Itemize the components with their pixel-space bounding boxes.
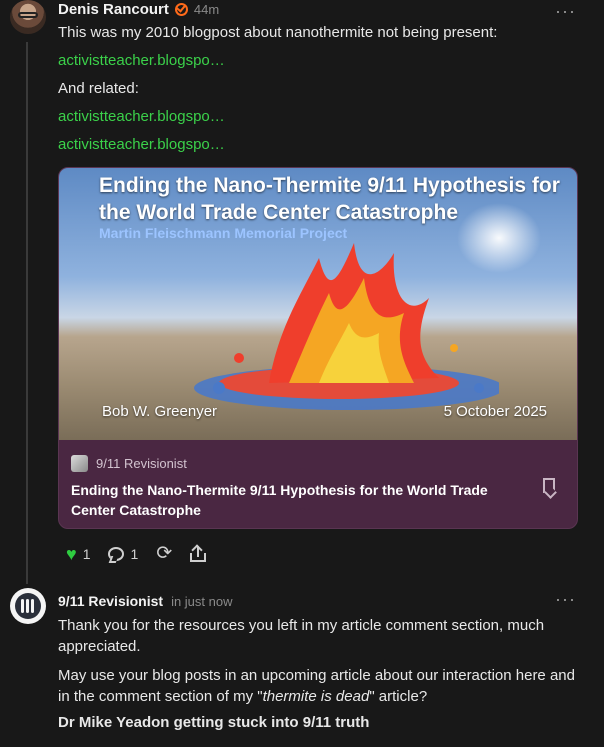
image-title: Ending the Nano-Thermite 9/11 Hypothesis… [99,174,560,224]
post-time: 44m [193,1,220,17]
verified-icon [174,2,188,16]
author-name[interactable]: Denis Rancourt [58,1,169,18]
reply-text: Thank you for the resources you left in … [58,617,545,655]
publication-name: 9/11 Revisionist [96,456,187,471]
image-date: 5 October 2025 [443,403,547,420]
post-header: Denis Rancourt 44m [58,0,219,18]
more-icon[interactable]: ··· [555,590,576,608]
thread-line [26,42,28,584]
publication-icon [71,455,88,472]
avatar[interactable] [10,588,46,624]
author-name[interactable]: 9/11 Revisionist [58,593,163,609]
splash-image [194,243,499,410]
share-icon [190,546,207,562]
image-subtitle: Martin Fleischmann Memorial Project [99,225,348,241]
article-title[interactable]: Ending the Nano-Thermite 9/11 Hypothesis… [71,480,521,520]
comment-count: 1 [130,546,139,562]
emphasis: thermite is dead [262,688,370,705]
more-icon[interactable]: ··· [555,2,576,20]
publication: 9/11 Revisionist [71,455,187,472]
share-button[interactable] [190,546,207,562]
post-link[interactable]: activistteacher.blogspo… [58,106,225,127]
article-image: Ending the Nano-Thermite 9/11 Hypothesis… [59,168,577,440]
post-link[interactable]: activistteacher.blogspo… [58,50,225,71]
heart-icon: ♥ [66,544,77,564]
like-button[interactable]: ♥ 1 [66,545,90,563]
repost-button[interactable]: ⟳ [156,543,173,564]
reply-header: 9/11 Revisionist in just now [58,593,232,609]
comment-icon [108,547,125,561]
image-author: Bob W. Greenyer [102,403,218,420]
reply-heading: Dr Mike Yeadon getting stuck into 9/11 t… [58,714,370,731]
bookmark-icon[interactable] [543,478,555,493]
action-bar: ♥ 1 1 ⟳ [66,543,224,564]
post-text: This was my 2010 blogpost about nanother… [58,24,498,41]
like-count: 1 [82,546,91,562]
post-text: And related: [58,80,139,97]
repost-icon: ⟳ [156,543,173,564]
reply-text: May use your blog posts in an upcoming a… [58,667,575,705]
avatar[interactable] [10,0,46,34]
reply-time: in just now [171,594,233,609]
article-card[interactable]: Ending the Nano-Thermite 9/11 Hypothesis… [58,167,578,529]
post-link[interactable]: activistteacher.blogspo… [58,134,225,155]
comment-button[interactable]: 1 [108,546,138,562]
